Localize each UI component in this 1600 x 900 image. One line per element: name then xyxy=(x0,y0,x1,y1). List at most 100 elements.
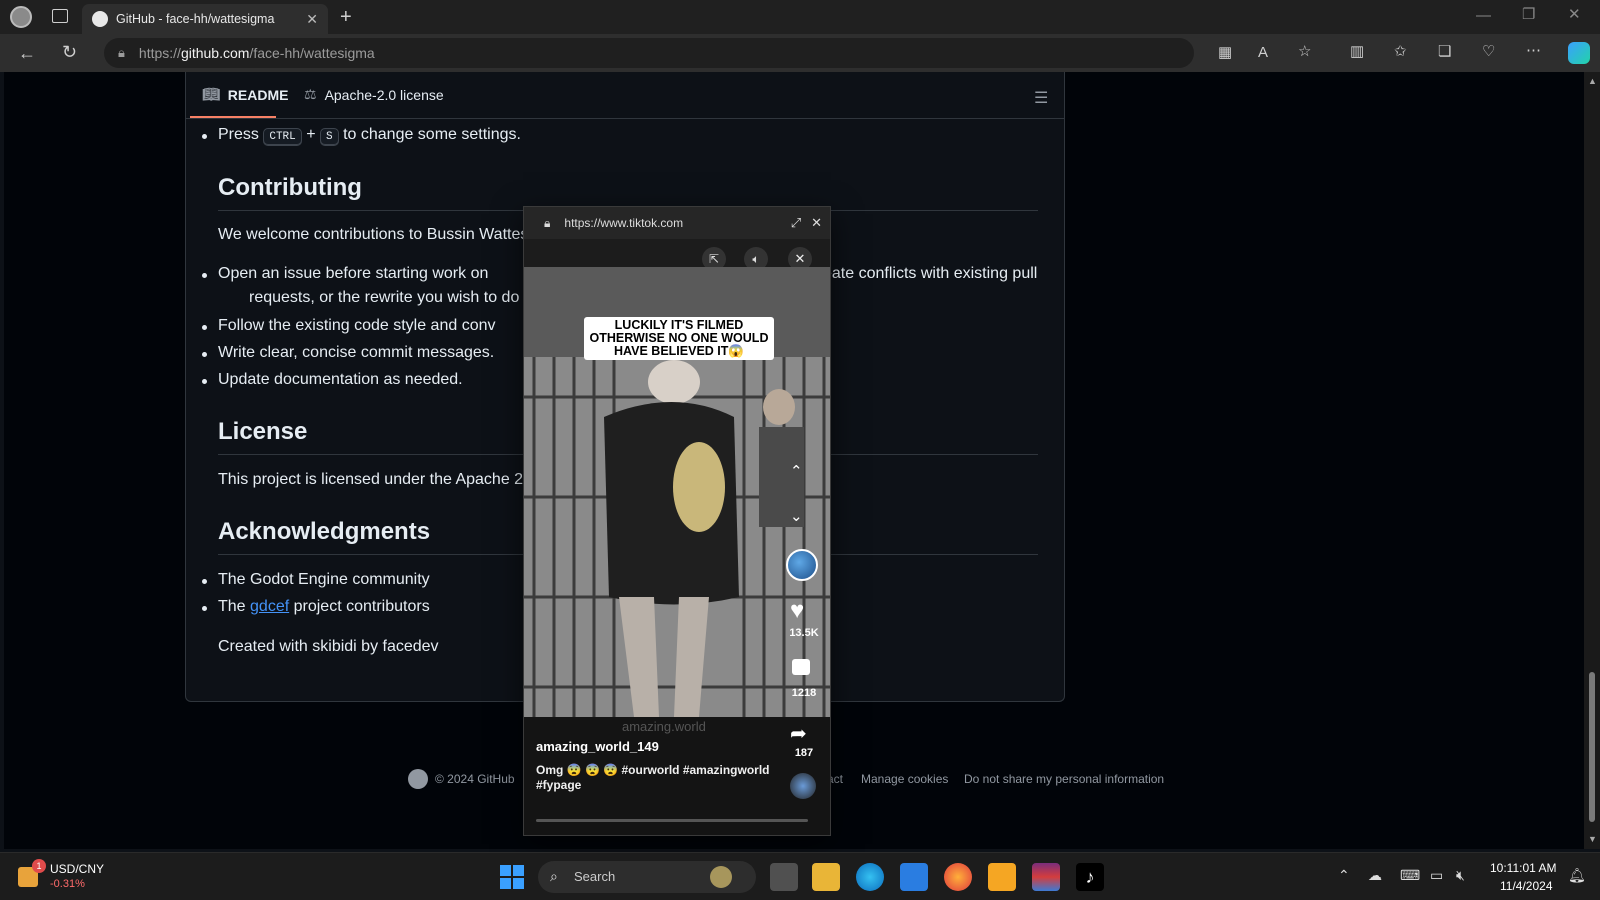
show-hidden-icons[interactable]: ⌃ xyxy=(1338,867,1350,884)
search-label: Search xyxy=(574,869,616,884)
keyboard-icon[interactable]: ⌨ xyxy=(1400,867,1420,884)
search-highlight-icon xyxy=(710,866,732,888)
microsoft-store-icon[interactable] xyxy=(900,863,928,891)
back-icon[interactable]: ← xyxy=(18,44,36,62)
press-text: Press xyxy=(218,126,259,143)
ack2-pre: The xyxy=(218,598,246,615)
close-window-button[interactable]: ✕ xyxy=(1568,7,1581,22)
video-caption-overlay: LUCKILY IT'S FILMED OTHERWISE NO ONE WOU… xyxy=(584,317,774,360)
firefox-icon[interactable] xyxy=(944,863,972,891)
url-prefix: https:// xyxy=(138,45,181,61)
like-count: 13.5K xyxy=(789,627,819,639)
favorite-star-icon[interactable]: ☆ xyxy=(1298,44,1311,59)
onedrive-icon[interactable]: ☁ xyxy=(1368,867,1382,884)
video-watermark: amazing.world xyxy=(622,719,706,734)
video-player[interactable]: LUCKILY IT'S FILMED OTHERWISE NO ONE WOU… xyxy=(524,267,830,717)
next-video-icon[interactable]: ⌄ xyxy=(790,507,803,525)
winrar-icon[interactable] xyxy=(1032,863,1060,891)
footer-copyright: © 2024 GitHub xyxy=(435,772,515,786)
github-logo-icon[interactable] xyxy=(408,769,428,789)
more-menu-icon[interactable]: ⋯ xyxy=(1526,43,1541,58)
page-scrollbar[interactable]: ▲ ▼ xyxy=(1584,72,1600,849)
gdcef-link[interactable]: gdcef xyxy=(250,598,289,615)
outline-list-icon[interactable]: ☰ xyxy=(1034,88,1048,108)
tiktok-icon[interactable]: ♪ xyxy=(1076,863,1104,891)
taskbar-search-box[interactable]: ⌕ Search xyxy=(538,861,756,893)
notifications-bell-icon[interactable]: 🔔︎ xyxy=(1568,867,1586,884)
plus-text: + xyxy=(306,126,316,143)
share-count: 187 xyxy=(794,747,814,759)
tab-title: GitHub - face-hh/wattesigma xyxy=(116,12,275,26)
readme-header: 📖︎ README ⚖︎ Apache-2.0 license ☰ xyxy=(186,72,1064,119)
footer-do-not-share[interactable]: Do not share my personal information xyxy=(964,772,1164,786)
browser-title-bar: GitHub - face-hh/wattesigma ✕ + — ❐ ✕ xyxy=(0,0,1600,34)
tab-readme[interactable]: 📖︎ README xyxy=(202,86,288,103)
list-item-documentation: Update documentation as needed. xyxy=(202,371,463,388)
task-view-icon[interactable] xyxy=(770,863,798,891)
windows-start-icon[interactable] xyxy=(500,865,524,889)
kbd-ctrl: CTRL xyxy=(263,128,302,146)
list-item-commit-messages: Write clear, concise commit messages. xyxy=(201,344,495,361)
scale-icon: ⚖︎ xyxy=(304,86,317,102)
bullet1-part-b: eate conflicts with existing pull xyxy=(823,265,1038,282)
tab-license[interactable]: ⚖︎ Apache-2.0 license xyxy=(304,86,444,103)
popup-address-bar: 🔒︎ https://www.tiktok.com ⤢ ✕ xyxy=(524,207,830,239)
app-install-icon[interactable]: ▦ xyxy=(1218,45,1232,60)
bullet1-part-c: requests, or the rewrite you wish to do xyxy=(249,289,520,306)
restore-button[interactable]: ❐ xyxy=(1522,7,1535,22)
windows-taskbar: 1 USD/CNY -0.31% ⌕ Search ♪ ⌃ ☁ ⌨ ▭ 🔇︎ 1… xyxy=(0,852,1600,900)
press-tail-text: to change some settings. xyxy=(343,126,521,143)
address-bar[interactable]: 🔒︎ https://github.com/face-hh/wattesigma xyxy=(104,38,1194,68)
video-progress-bar[interactable] xyxy=(536,819,808,822)
popup-close-icon[interactable]: ✕ xyxy=(811,215,822,231)
favorites-icon[interactable]: ✩ xyxy=(1394,44,1407,59)
ticker-change: -0.31% xyxy=(50,878,85,890)
volume-muted-icon[interactable]: 🔇︎ xyxy=(1456,867,1465,884)
share-icon[interactable]: ➦ xyxy=(790,721,807,746)
close-tab-icon[interactable]: ✕ xyxy=(306,11,318,28)
refresh-icon[interactable]: ↻ xyxy=(62,43,77,61)
lock-icon: 🔒︎ xyxy=(118,45,125,60)
read-aloud-icon[interactable]: A xyxy=(1258,45,1268,60)
like-heart-icon[interactable]: ♥ xyxy=(790,597,804,625)
kbd-s: S xyxy=(320,128,339,146)
popup-expand-icon[interactable]: ⤢ xyxy=(791,215,801,231)
minimize-button[interactable]: — xyxy=(1476,8,1491,23)
clock-date[interactable]: 11/4/2024 xyxy=(1500,879,1553,893)
browser-essentials-icon[interactable]: ♡ xyxy=(1482,44,1495,59)
network-icon[interactable]: ▭ xyxy=(1430,867,1443,884)
media-player-icon[interactable] xyxy=(988,863,1016,891)
ticker-label: USD/CNY xyxy=(50,862,105,876)
url-host: github.com xyxy=(180,45,250,61)
list-item-open-issue: Open an issue before starting work on xyxy=(201,265,488,283)
ticker-widget[interactable]: 1 USD/CNY -0.31% xyxy=(16,859,136,895)
search-icon: ⌕ xyxy=(550,868,558,884)
scroll-up-arrow[interactable]: ▲ xyxy=(1588,76,1597,86)
copilot-icon[interactable] xyxy=(1568,42,1590,64)
scrollbar-thumb[interactable] xyxy=(1589,672,1595,822)
video-description-line1: Omg 😨 😨 😨 #ourworld #amazingworld xyxy=(536,763,770,777)
clock-time[interactable]: 10:11:01 AM xyxy=(1490,861,1557,875)
tab-readme-label: README xyxy=(227,86,289,103)
creator-avatar[interactable] xyxy=(786,549,818,581)
list-item-gdcef: The gdcef project contributors xyxy=(202,598,430,616)
file-explorer-icon[interactable] xyxy=(812,863,840,891)
previous-video-icon[interactable]: ⌃ xyxy=(790,462,803,480)
music-disc-icon[interactable] xyxy=(790,773,816,799)
browser-tab-github[interactable]: GitHub - face-hh/wattesigma ✕ xyxy=(82,4,328,34)
url-path: /face-hh/wattesigma xyxy=(249,45,375,61)
profile-avatar[interactable] xyxy=(10,6,32,28)
video-description-line2: #fypage xyxy=(536,778,582,792)
creator-username[interactable]: amazing_world_149 xyxy=(536,739,659,754)
split-screen-icon[interactable]: ▥ xyxy=(1350,44,1364,59)
new-tab-button[interactable]: + xyxy=(340,7,352,27)
comment-icon[interactable] xyxy=(792,659,810,675)
scroll-down-arrow[interactable]: ▼ xyxy=(1588,834,1597,844)
tab-actions-icon[interactable] xyxy=(52,9,68,23)
collections-icon[interactable]: ❏ xyxy=(1438,44,1451,59)
edge-browser-icon[interactable] xyxy=(856,863,884,891)
active-tab-indicator xyxy=(190,116,276,118)
tiktok-popup-window: 🔒︎ https://www.tiktok.com ⤢ ✕ ⇱ 🔈︎ ✕ LUC… xyxy=(523,206,831,836)
list-item-code-style: Follow the existing code style and conv xyxy=(201,317,496,334)
footer-manage-cookies[interactable]: Manage cookies xyxy=(861,772,948,786)
